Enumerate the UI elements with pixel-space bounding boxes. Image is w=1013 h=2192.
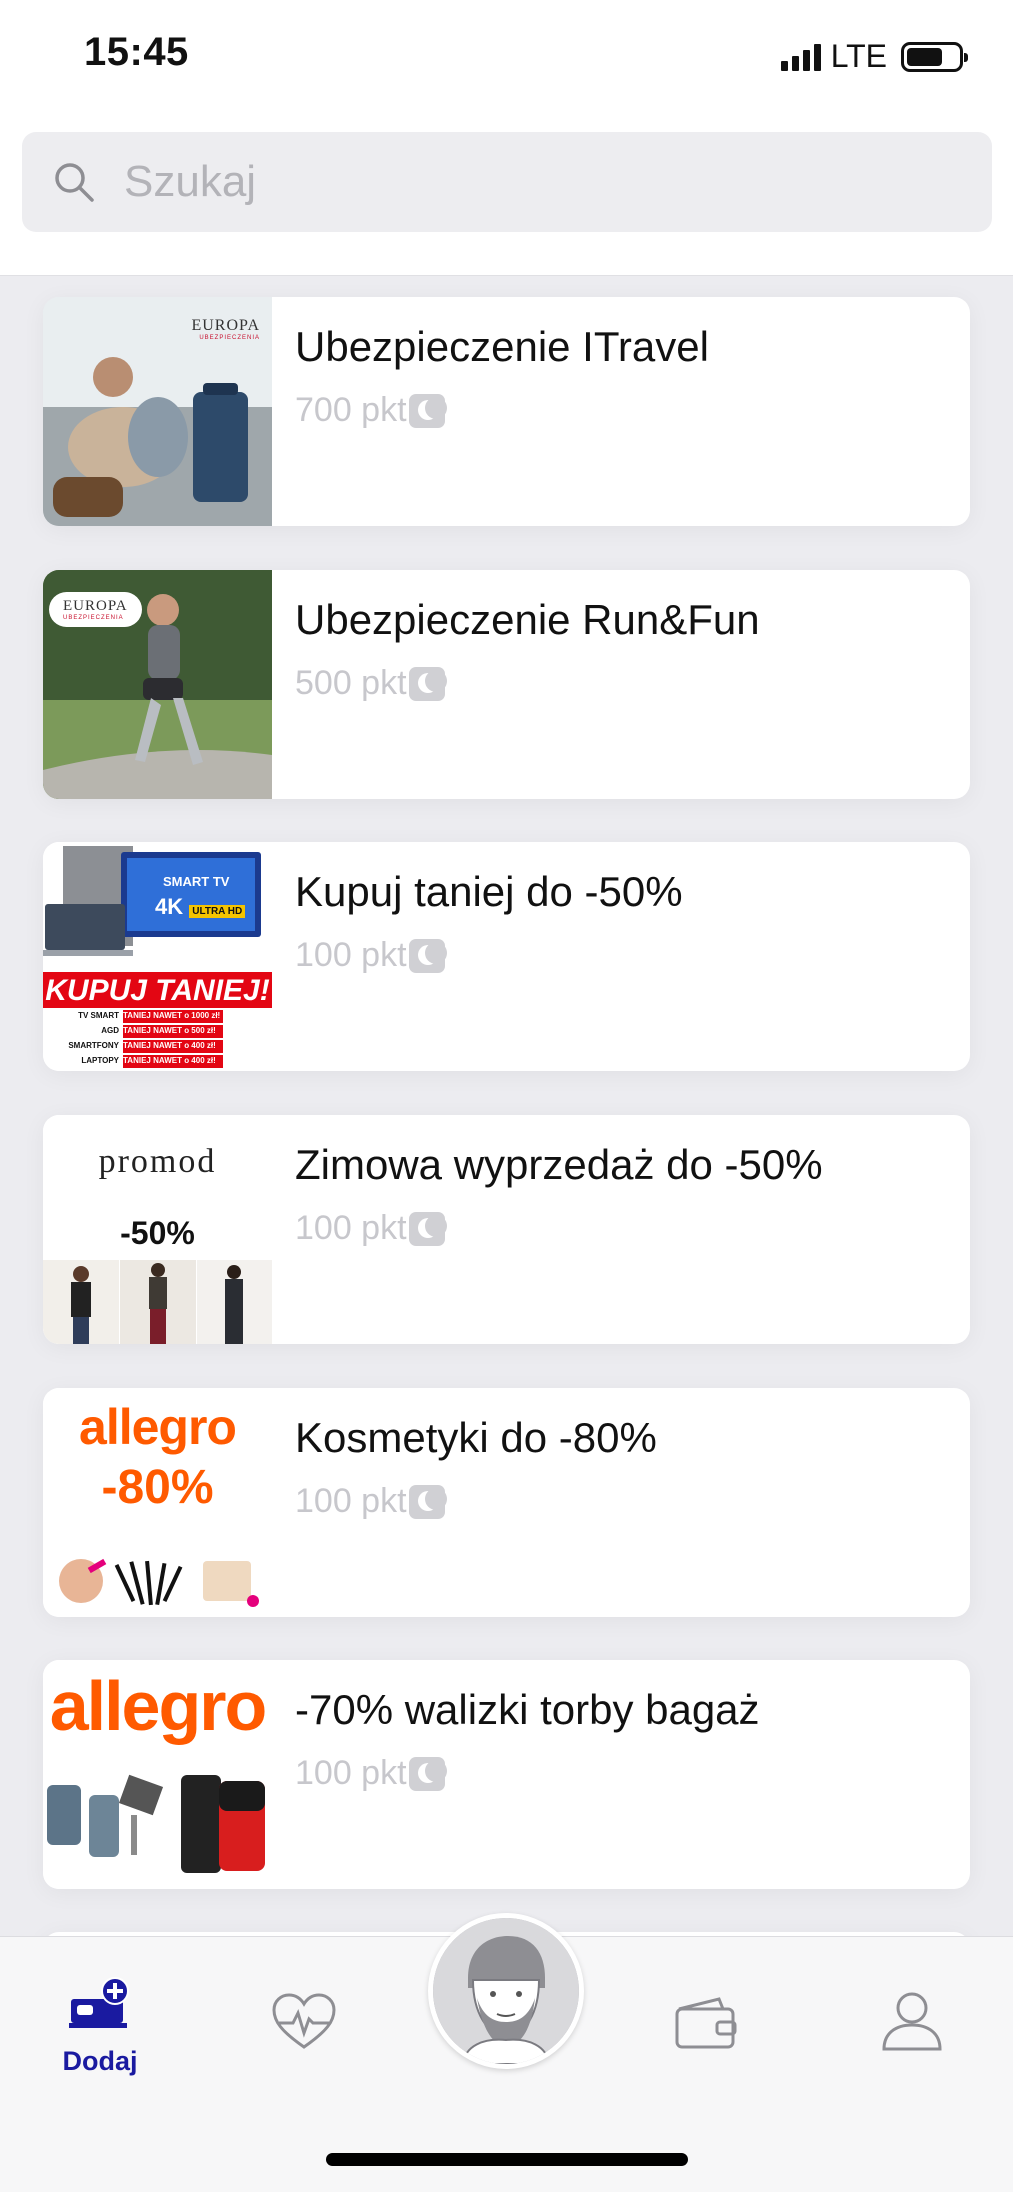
points-coin-icon — [408, 1756, 447, 1791]
signal-icon — [780, 43, 821, 71]
europa-logo: EUROPA UBEZPIECZENIA — [191, 317, 260, 341]
search-area — [0, 110, 1013, 276]
avatar-icon — [433, 1918, 579, 2064]
smart-tv-label: SMART TV — [163, 874, 230, 889]
offer-price: 100 pkt — [295, 936, 683, 975]
offer-title: Ubezpieczenie ITravel — [295, 323, 709, 370]
fashion-photo — [43, 1260, 272, 1344]
search-icon — [55, 163, 94, 202]
offer-title: Kosmetyki do -80% — [295, 1414, 657, 1461]
offer-card[interactable]: EUROPA UBEZPIECZENIA Ubezpieczenie Run&F… — [43, 570, 970, 799]
offer-thumbnail: allegro -80% — [43, 1388, 272, 1617]
search-input[interactable] — [124, 157, 924, 207]
offer-card[interactable]: promod -50% Zimowa wyprzedaż do -50% 100… — [43, 1115, 970, 1344]
add-bed-icon — [69, 1977, 129, 2028]
offer-price: 100 pkt — [295, 1754, 760, 1793]
offer-thumbnail: promod -50% — [43, 1115, 272, 1344]
battery-icon — [901, 41, 968, 72]
allegro-logo: allegro — [79, 1399, 237, 1455]
offer-price: 500 pkt — [295, 664, 760, 703]
points-coin-icon — [408, 393, 447, 428]
tab-add-label: Dodaj — [62, 2046, 138, 2076]
promod-logo: promod — [98, 1143, 217, 1180]
4k-label: 4K ULTRA HD — [155, 894, 246, 920]
offer-title: Kupuj taniej do -50% — [295, 868, 683, 915]
offer-thumbnail: SMART TV 4K ULTRA HD KUPUJ TANIEJ! TV SM… — [43, 842, 272, 1071]
offer-price: 100 pkt — [295, 1209, 823, 1248]
offer-thumbnail: EUROPA UBEZPIECZENIA — [43, 297, 272, 526]
status-icons: LTE — [780, 38, 968, 75]
promo-banner: KUPUJ TANIEJ! — [45, 974, 270, 1007]
tab-wallet[interactable] — [646, 1995, 766, 2056]
cosmetics-photo — [59, 1558, 259, 1607]
offer-card[interactable]: allegro -80% Kosmetyki do -80% 100 pkt — [43, 1388, 970, 1617]
points-coin-icon — [408, 1484, 447, 1519]
discount-label: -80% — [101, 1461, 214, 1514]
allegro-logo: allegro — [49, 1667, 268, 1745]
status-time: 15:45 — [84, 30, 189, 74]
user-icon — [882, 1992, 942, 2051]
points-coin-icon — [408, 1211, 447, 1246]
heart-pulse-icon — [272, 1993, 336, 2049]
status-bar: 15:45 LTE — [0, 0, 1013, 110]
offer-thumbnail: allegro — [43, 1660, 272, 1889]
search-bar[interactable] — [22, 132, 992, 232]
network-type: LTE — [830, 38, 887, 74]
discount-label: -50% — [120, 1215, 195, 1251]
profile-avatar-button[interactable] — [428, 1913, 584, 2069]
home-indicator — [326, 2153, 688, 2166]
tab-profile[interactable] — [852, 1991, 972, 2056]
wallet-icon — [675, 1997, 737, 2049]
tab-health[interactable] — [244, 1993, 364, 2056]
tab-add[interactable]: Dodaj — [40, 1977, 160, 2077]
offer-card[interactable]: SMART TV 4K ULTRA HD KUPUJ TANIEJ! TV SM… — [43, 842, 970, 1071]
offer-card[interactable]: EUROPA UBEZPIECZENIA Ubezpieczenie ITrav… — [43, 297, 970, 526]
europa-logo: EUROPA UBEZPIECZENIA — [49, 592, 142, 627]
points-coin-icon — [408, 938, 447, 973]
points-coin-icon — [408, 666, 447, 701]
offer-price: 100 pkt — [295, 1482, 657, 1521]
luggage-photo — [47, 1774, 265, 1873]
tab-bar: Dodaj — [0, 1913, 1013, 2192]
offer-price: 700 pkt — [295, 391, 709, 430]
promo-lines: TV SMART TANIEJ NAWET o 1000 zł! AGD TANIE… — [68, 1011, 221, 1065]
offer-list[interactable]: EUROPA UBEZPIECZENIA Ubezpieczenie ITrav… — [0, 276, 1013, 1936]
offer-title: Ubezpieczenie Run&Fun — [295, 596, 760, 643]
offer-thumbnail: EUROPA UBEZPIECZENIA — [43, 570, 272, 799]
offer-card[interactable]: allegro -70% walizki torby bagaż 100 pkt — [43, 1660, 970, 1889]
offer-title: Zimowa wyprzedaż do -50% — [295, 1141, 823, 1188]
offer-title: -70% walizki torby bagaż — [295, 1686, 760, 1733]
